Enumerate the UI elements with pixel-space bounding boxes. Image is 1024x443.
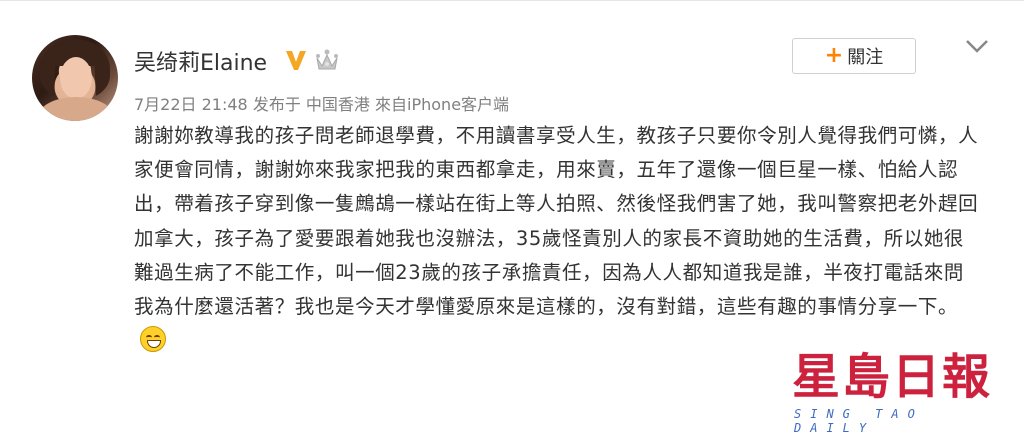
- grinning-face-icon: [140, 326, 166, 353]
- post-content: 謝謝妳教導我的孩子問老師退學費，不用讀書享受人生，教孩子只要你令別人覺得我們可憐…: [134, 119, 984, 358]
- plus-icon: +: [824, 43, 844, 68]
- username[interactable]: 吴绮莉Elaine: [134, 45, 267, 77]
- follow-button[interactable]: + 關注: [792, 38, 916, 74]
- watermark-title: 星島日報: [792, 349, 993, 405]
- chevron-down-icon[interactable]: [964, 37, 990, 55]
- post-source[interactable]: 來自iPhone客户端: [375, 95, 509, 114]
- watermark-subtitle: SING TAO DAILY: [794, 407, 924, 435]
- post-meta: 7月22日 21:48 发布于 中国香港 來自iPhone客户端: [134, 91, 509, 115]
- follow-button-label: 關注: [847, 47, 884, 68]
- post-date[interactable]: 7月22日 21:48: [134, 95, 248, 114]
- weibo-post-card: 吴绮莉Elaine + 關注 7月22日 21:48 发布于 中国香港 來自iP…: [0, 0, 1024, 443]
- watermark-logo: 星島日報 SING TAO DAILY: [792, 349, 1004, 435]
- avatar-shoulder: [38, 97, 114, 121]
- crown-icon[interactable]: [314, 48, 340, 72]
- avatar-face: [60, 57, 92, 99]
- post-text: 謝謝妳教導我的孩子問老師退學費，不用讀書享受人生，教孩子只要你令別人覺得我們可憐…: [134, 124, 979, 319]
- verified-v-icon[interactable]: [283, 47, 309, 73]
- post-location: 发布于 中国香港: [252, 95, 370, 114]
- avatar[interactable]: [32, 35, 118, 121]
